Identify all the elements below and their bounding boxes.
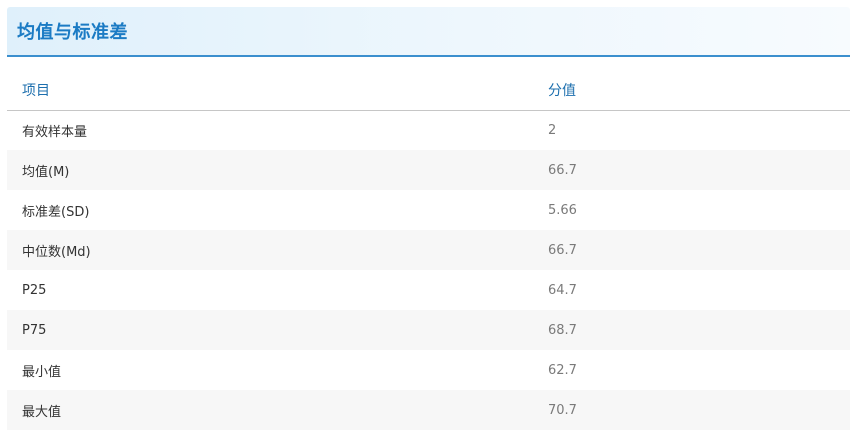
table-header-row: 项目 分值	[7, 71, 850, 111]
table-row: P75 68.7	[7, 310, 850, 350]
row-value: 68.7	[533, 310, 850, 350]
table-row: 中位数(Md) 66.7	[7, 230, 850, 270]
table-row: 最小值 62.7	[7, 350, 850, 390]
table-row: 均值(M) 66.7	[7, 150, 850, 190]
row-label: 标准差(SD)	[22, 204, 90, 220]
row-label: 中位数(Md)	[7, 230, 533, 270]
row-label: 最大值	[7, 390, 533, 430]
row-value: 62.7	[548, 362, 577, 378]
panel-header: 均值与标准差	[7, 7, 850, 57]
row-value: 2	[548, 122, 557, 138]
stats-panel: 均值与标准差 项目 分值 有效样本量 2 均值(M) 66.7 标准差(SD) …	[7, 7, 850, 437]
row-label: 有效样本量	[22, 124, 88, 140]
stats-table: 项目 分值 有效样本量 2 均值(M) 66.7 标准差(SD) 5.66 中位…	[7, 71, 850, 430]
row-value: 66.7	[533, 150, 850, 190]
row-label: 最小值	[22, 364, 62, 380]
table-row: 有效样本量 2	[7, 110, 850, 150]
table-row: 最大值 70.7	[7, 390, 850, 430]
row-value: 66.7	[533, 230, 850, 270]
column-header-item: 项目	[7, 71, 533, 111]
row-label: P75	[7, 310, 533, 350]
row-value: 5.66	[548, 202, 577, 218]
row-label: 均值(M)	[7, 150, 533, 190]
row-value: 70.7	[533, 390, 850, 430]
column-header-score: 分值	[533, 71, 850, 111]
table-row: 标准差(SD) 5.66	[7, 190, 850, 230]
row-value: 64.7	[548, 282, 577, 298]
row-label: P25	[22, 282, 47, 298]
panel-title: 均值与标准差	[17, 22, 128, 43]
table-row: P25 64.7	[7, 270, 850, 310]
